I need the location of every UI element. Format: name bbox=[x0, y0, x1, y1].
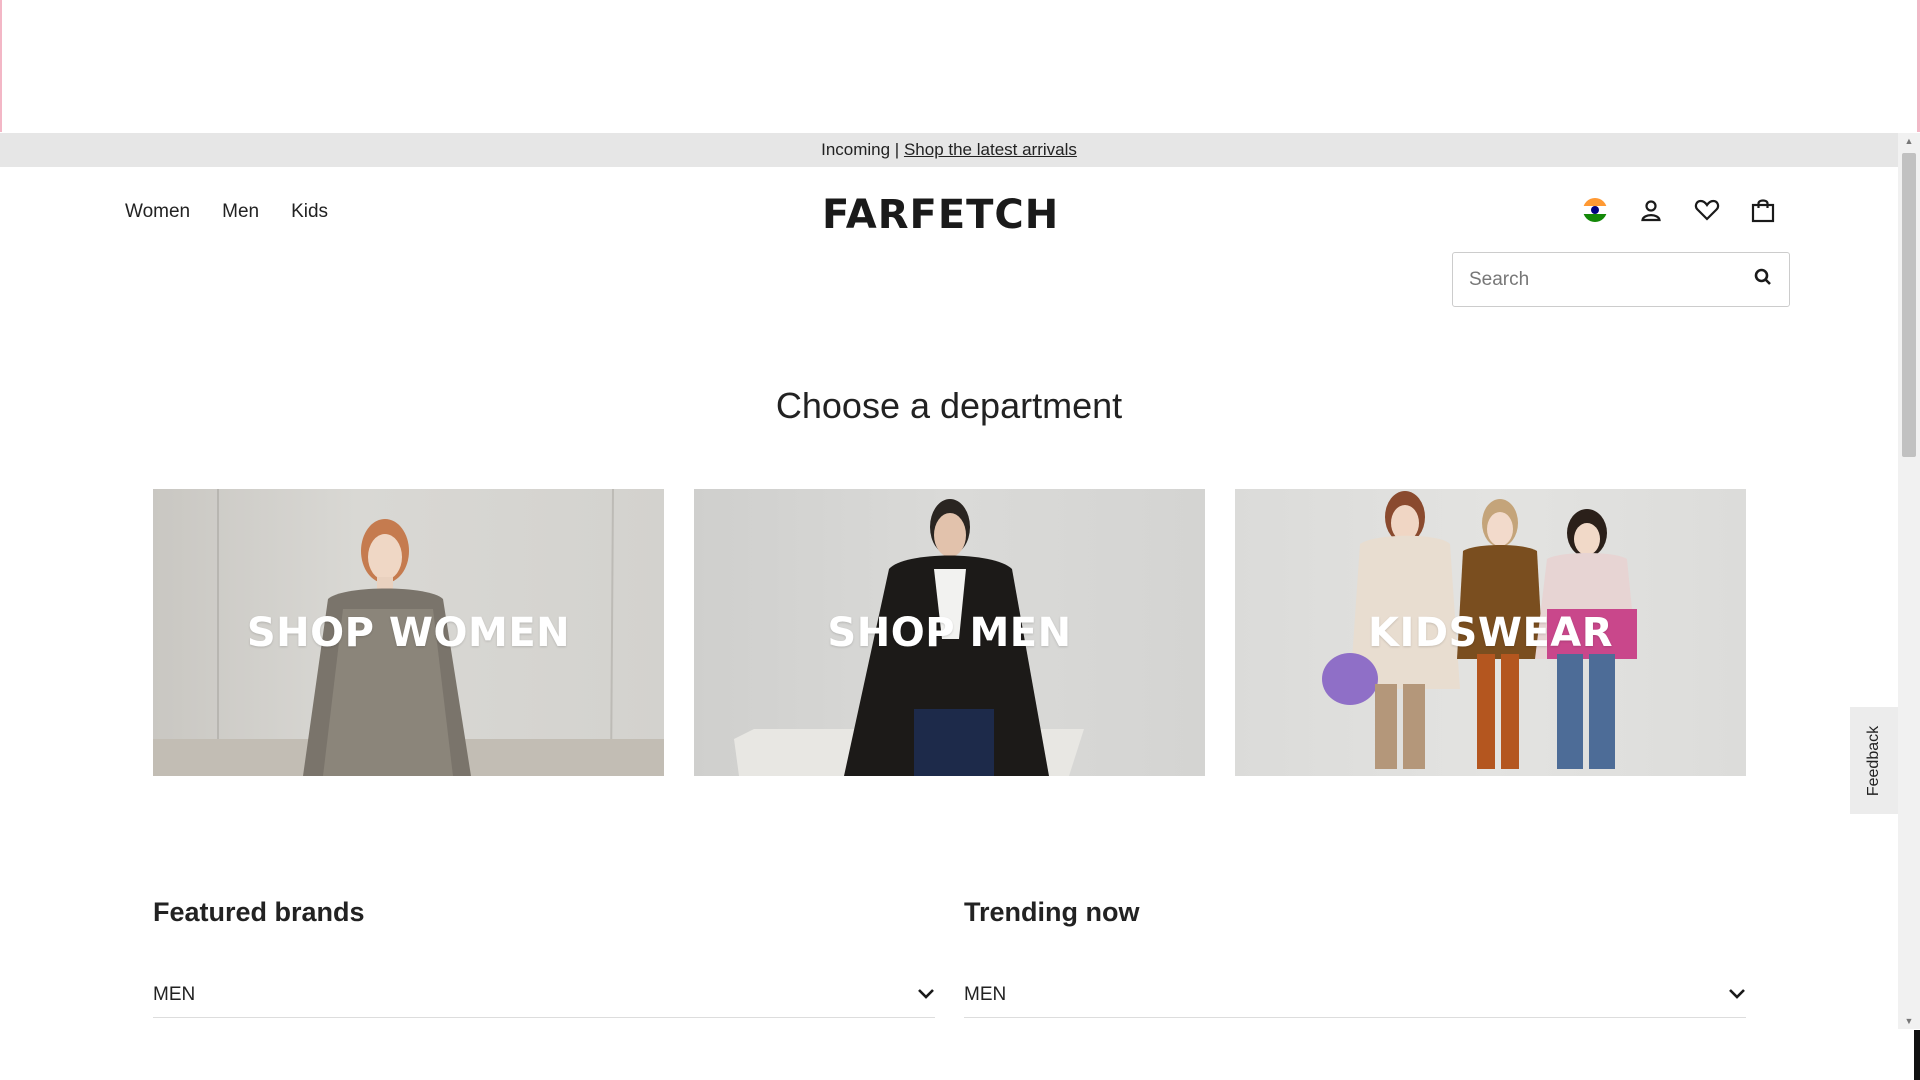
chevron-down-icon bbox=[1728, 984, 1746, 1006]
promo-link[interactable]: Shop the latest arrivals bbox=[904, 140, 1077, 160]
trending-now-title: Trending now bbox=[964, 897, 1140, 927]
shop-men-tile[interactable]: SHOP MEN bbox=[694, 489, 1205, 776]
account-icon[interactable] bbox=[1638, 197, 1664, 223]
featured-brands-selected: MEN bbox=[153, 983, 196, 1005]
bag-icon[interactable] bbox=[1750, 197, 1776, 223]
site-header: Women Men Kids FARFETCH bbox=[0, 167, 1898, 307]
featured-brands-title: Featured brands bbox=[153, 897, 365, 927]
department-nav: Women Men Kids bbox=[125, 201, 328, 223]
window-corner bbox=[1914, 1030, 1920, 1080]
nav-item-men[interactable]: Men bbox=[222, 201, 259, 223]
promo-bar: Incoming | Shop the latest arrivals bbox=[0, 133, 1898, 167]
farfetch-logo[interactable]: FARFETCH bbox=[822, 192, 1059, 238]
chevron-down-icon bbox=[917, 984, 935, 1006]
browser-chrome-area bbox=[0, 0, 1920, 132]
feedback-label: Feedback bbox=[1865, 725, 1883, 796]
india-flag-icon[interactable] bbox=[1582, 197, 1608, 223]
kidswear-label: KIDSWEAR bbox=[1367, 609, 1614, 656]
nav-item-kids[interactable]: Kids bbox=[291, 201, 328, 223]
scroll-down-icon[interactable]: ▼ bbox=[1898, 1013, 1920, 1029]
department-tiles: SHOP WOMEN SHOP MEN KIDSWEAR bbox=[153, 489, 1746, 776]
header-icons bbox=[1582, 197, 1776, 223]
trending-now-selected: MEN bbox=[964, 983, 1007, 1005]
promo-prefix: Incoming | bbox=[821, 140, 904, 159]
shop-men-label: SHOP MEN bbox=[827, 609, 1072, 656]
page-scrollbar[interactable]: ▲ ▼ bbox=[1898, 133, 1920, 1029]
kidswear-tile[interactable]: KIDSWEAR bbox=[1235, 489, 1746, 776]
search-icon[interactable] bbox=[1753, 267, 1773, 292]
flag-graphic bbox=[1583, 198, 1607, 222]
feedback-tab[interactable]: Feedback bbox=[1850, 707, 1898, 814]
nav-item-women[interactable]: Women bbox=[125, 201, 190, 223]
trending-now-dropdown[interactable]: MEN bbox=[964, 972, 1746, 1018]
search-box bbox=[1452, 252, 1790, 307]
shop-women-label: SHOP WOMEN bbox=[246, 609, 571, 656]
heart-icon[interactable] bbox=[1694, 197, 1720, 223]
scroll-up-icon[interactable]: ▲ bbox=[1898, 133, 1920, 149]
scrollbar-thumb[interactable] bbox=[1902, 153, 1916, 457]
search-input[interactable] bbox=[1469, 268, 1753, 291]
shop-women-tile[interactable]: SHOP WOMEN bbox=[153, 489, 664, 776]
featured-brands-dropdown[interactable]: MEN bbox=[153, 972, 935, 1018]
page-title: Choose a department bbox=[775, 385, 1123, 426]
